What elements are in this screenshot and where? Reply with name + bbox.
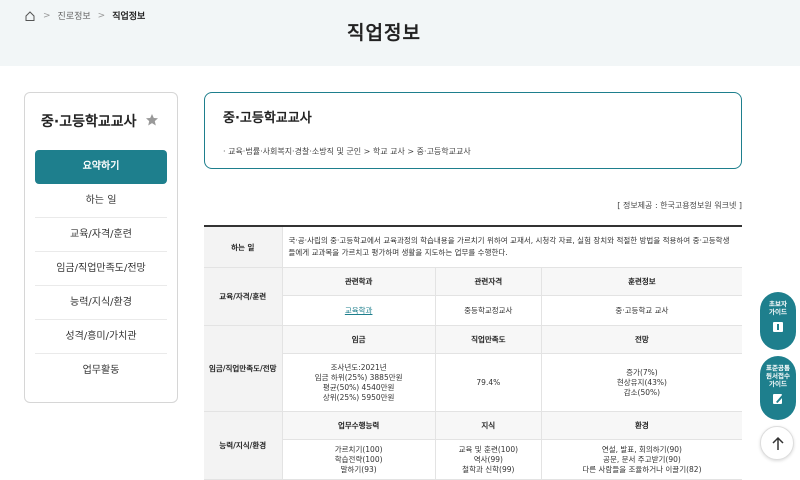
sidebar-item-summary[interactable]: 요약하기 (35, 150, 167, 184)
ability-line: 말하기(93) (340, 464, 377, 474)
page-title: 직업정보 (347, 22, 421, 44)
sidebar: 중·고등학교교사 요약하기 하는 일 교육/자격/훈련 임금/직업만족도/전망 … (24, 92, 178, 403)
arrow-up-icon (772, 436, 784, 450)
col-header-training: 훈련정보 (540, 267, 742, 296)
table-row: 교육학과 중등학교정교사 중·고등학교 교사 (204, 295, 742, 326)
guide-label: 원서접수 (766, 372, 790, 380)
ability-line: 가르치기(100) (334, 444, 383, 454)
wage-info: 조사년도:2021년 임금 하위(25%) 3885만원 평균(50%) 454… (281, 353, 436, 412)
row-header-education: 교육/자격/훈련 (204, 267, 283, 326)
job-info-table: 하는 일 국·공·사립의 중·고등학교에서 교육과정의 학습내용을 가르치기 위… (204, 225, 742, 480)
table-row: 능력/지식/환경 업무수행능력 지식 환경 (204, 411, 742, 480)
related-major: 교육학과 (281, 295, 436, 326)
related-license: 중등학교정교사 (434, 295, 542, 326)
wage-line: 조사년도:2021년 (330, 362, 387, 372)
outlook-line: 증가(7%) (626, 367, 658, 377)
outlook-line: 감소(50%) (623, 387, 661, 397)
guide-label: 초보자 (769, 300, 787, 308)
beginner-guide-button[interactable]: 초보자 가이드 (760, 292, 796, 350)
job-summary-box: 중·고등학교교사 · 교육·법률·사회복지·경찰·소방직 및 군인 > 학교 교… (204, 92, 742, 169)
header-band: > 진로정보 > 직업정보 직업정보 (0, 0, 800, 66)
ability-info: 가르치기(100) 학습전략(100) 말하기(93) (281, 439, 436, 480)
knowledge-line: 역사(99) (473, 454, 503, 464)
table-row: 조사년도:2021년 임금 하위(25%) 3885만원 평균(50%) 454… (204, 353, 742, 412)
col-header-ability: 업무수행능력 (281, 411, 436, 440)
training-info: 중·고등학교 교사 (540, 295, 742, 326)
table-row: 임금/직업만족도/전망 임금 직업만족도 전망 (204, 325, 742, 412)
col-header-outlook: 전망 (540, 325, 742, 354)
environment-line: 다른 사람들을 조율하거나 이끌기(82) (582, 464, 702, 474)
knowledge-line: 철학과 신학(99) (462, 464, 515, 474)
table-row: 교육/자격/훈련 관련학과 관련자격 훈련정보 (204, 267, 742, 326)
row-header-ability: 능력/지식/환경 (204, 411, 283, 480)
edit-document-icon (773, 394, 784, 404)
outlook-info: 증가(7%) 현상유지(43%) 감소(50%) (540, 353, 742, 412)
knowledge-info: 교육 및 훈련(100) 역사(99) 철학과 신학(99) (434, 439, 542, 480)
sidebar-item-education[interactable]: 교육/자격/훈련 (35, 218, 167, 252)
wage-line: 상위(25%) 5950만원 (322, 392, 395, 402)
guide-label: 가이드 (769, 308, 787, 316)
col-header-major: 관련학과 (281, 267, 436, 296)
environment-line: 연설, 발표, 회의하기(90) (601, 444, 682, 454)
duty-description: 국·공·사립의 중·고등학교에서 교육과정의 학습내용을 가르치기 위하여 교재… (282, 226, 742, 268)
col-header-satisfaction: 직업만족도 (434, 325, 542, 354)
col-header-wage: 임금 (281, 325, 436, 354)
related-major-link[interactable]: 교육학과 (345, 306, 373, 315)
sidebar-menu: 요약하기 하는 일 교육/자격/훈련 임금/직업만족도/전망 능력/지식/환경 … (35, 150, 167, 388)
table-row: 하는 일 국·공·사립의 중·고등학교에서 교육과정의 학습내용을 가르치기 위… (204, 226, 742, 268)
row-header-wage: 임금/직업만족도/전망 (204, 325, 283, 412)
environment-line: 공문, 문서 주고받기(90) (603, 454, 681, 464)
satisfaction-value: 79.4% (434, 353, 542, 412)
wage-line: 평균(50%) 4540만원 (322, 382, 395, 392)
table-row: 가르치기(100) 학습전략(100) 말하기(93) 교육 및 훈련(100)… (204, 439, 742, 480)
wage-line: 임금 하위(25%) 3885만원 (314, 372, 403, 382)
guide-label: 표준공통 (766, 364, 790, 372)
environment-info: 연설, 발표, 회의하기(90) 공문, 문서 주고받기(90) 다른 사람들을… (540, 439, 742, 480)
row-header-duty: 하는 일 (204, 226, 283, 268)
source-note: [ 정보제공 : 한국고용정보원 워크넷 ] (617, 201, 742, 210)
sidebar-item-wage[interactable]: 임금/직업만족도/전망 (35, 252, 167, 286)
book-icon (773, 322, 783, 332)
sidebar-item-duty[interactable]: 하는 일 (35, 184, 167, 218)
scroll-top-button[interactable] (760, 426, 794, 460)
sidebar-item-activity[interactable]: 업무활동 (35, 354, 167, 388)
col-header-environment: 환경 (540, 411, 742, 440)
guide-label: 가이드 (769, 380, 787, 388)
sidebar-item-ability[interactable]: 능력/지식/환경 (35, 286, 167, 320)
star-icon[interactable] (145, 113, 159, 127)
job-title: 중·고등학교교사 (223, 111, 312, 126)
job-category-path: · 교육·법률·사회복지·경찰·소방직 및 군인 > 학교 교사 > 중·고등학… (223, 147, 471, 156)
col-header-license: 관련자격 (434, 267, 542, 296)
sidebar-item-personality[interactable]: 성격/흥미/가치관 (35, 320, 167, 354)
knowledge-line: 교육 및 훈련(100) (458, 444, 519, 454)
col-header-knowledge: 지식 (434, 411, 542, 440)
application-guide-button[interactable]: 표준공통 원서접수 가이드 (760, 356, 796, 420)
outlook-line: 현상유지(43%) (616, 377, 667, 387)
ability-line: 학습전략(100) (334, 454, 383, 464)
